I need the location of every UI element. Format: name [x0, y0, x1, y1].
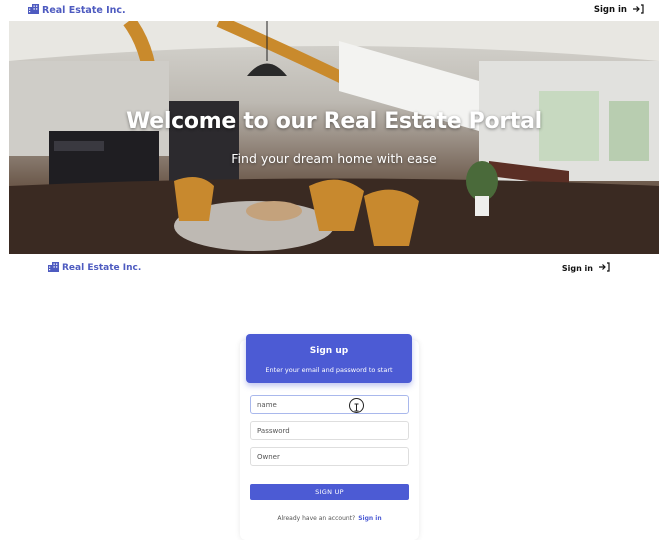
secondary-navbar: Real Estate Inc. Sign in — [0, 258, 672, 278]
name-placeholder: name — [257, 400, 277, 409]
signin-button[interactable]: Sign in — [562, 262, 610, 274]
building-icon — [28, 3, 39, 17]
signin-prompt: Already have an account? Sign in — [240, 515, 419, 522]
brand-logo[interactable]: Real Estate Inc. — [48, 261, 142, 275]
signup-title: Sign up — [309, 346, 349, 356]
hero-subtitle: Find your dream home with ease — [231, 151, 437, 166]
signup-card-header: Sign up Enter your email and password to… — [246, 334, 412, 383]
owner-placeholder: Owner — [257, 452, 280, 461]
signin-button[interactable]: Sign in — [593, 3, 644, 17]
brand-name: Real Estate Inc. — [62, 263, 142, 273]
hero-background-image — [9, 21, 659, 254]
password-input[interactable]: Password — [250, 421, 409, 440]
owner-input[interactable]: Owner — [250, 447, 409, 466]
signin-label: Sign in — [561, 263, 593, 273]
brand-logo[interactable]: Real Estate Inc. — [28, 3, 126, 17]
password-placeholder: Password — [257, 426, 290, 435]
hero-banner: Welcome to our Real Estate Portal Find y… — [9, 21, 659, 254]
signup-button[interactable]: SIGN UP — [250, 484, 409, 500]
name-input[interactable]: name — [250, 395, 409, 414]
building-icon — [48, 261, 59, 275]
sign-in-arrow-icon — [632, 3, 644, 17]
signin-label: Sign in — [593, 5, 627, 15]
brand-name: Real Estate Inc. — [42, 4, 126, 16]
hero-title: Welcome to our Real Estate Portal — [126, 109, 542, 134]
top-navbar: Real Estate Inc. Sign in — [0, 0, 672, 20]
signup-subtitle: Enter your email and password to start — [265, 366, 393, 374]
signin-prompt-text: Already have an account? — [277, 515, 356, 522]
signup-button-label: SIGN UP — [315, 488, 344, 496]
signin-link[interactable]: Sign in — [358, 515, 381, 522]
sign-in-arrow-icon — [598, 262, 610, 274]
text-cursor-icon — [349, 398, 364, 413]
